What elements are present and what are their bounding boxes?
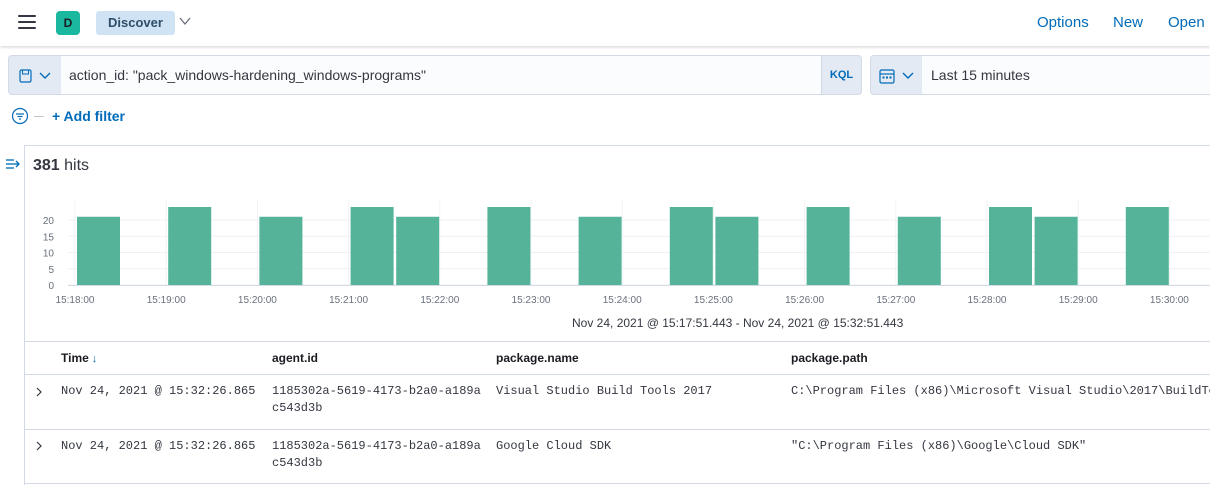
x-tick-label: 15:23:00 [512,295,551,306]
x-tick-label: 15:28:00 [968,295,1007,306]
x-tick-label: 15:22:00 [420,295,459,306]
histogram-bar[interactable] [77,216,120,285]
histogram-bar[interactable] [168,207,212,285]
row-expand-icon[interactable] [34,441,44,451]
cell-agent-id: 1185302a-5619-4173-b2a0-a189ac543d3b [272,439,481,470]
x-tick-label: 15:27:00 [876,295,915,306]
x-tick-label: 15:26:00 [785,295,824,306]
cell-package-path: "C:\Program Files (x86)\Google\Cloud SDK… [791,439,1087,453]
x-tick-label: 15:19:00 [147,295,186,306]
histogram-bar[interactable] [897,216,941,285]
histogram-bar[interactable] [396,216,440,285]
breadcrumb-discover[interactable]: Discover [96,11,175,35]
row-divider [25,429,1210,430]
cell-package-path: C:\Program Files (x86)\Microsoft Visual … [791,384,1210,398]
column-header-time[interactable]: Time ↓ [61,351,97,365]
x-tick-label: 15:30:00 [1150,295,1189,306]
table-header [25,341,1210,375]
histogram-bar[interactable] [259,216,303,285]
y-tick-label: 20 [43,216,55,227]
histogram-bar[interactable] [578,216,622,285]
x-tick-label: 15:21:00 [329,295,368,306]
histogram-bar[interactable] [1034,216,1078,285]
histogram-bar[interactable] [806,207,850,285]
y-tick-label: 15 [43,232,55,243]
cell-agent-id: 1185302a-5619-4173-b2a0-a189ac543d3b [272,384,481,415]
histogram-chart: 0 5 10 15 20 15:18:00 15:19:00 15:20:00 15:21:00… [43,199,1210,306]
x-tick-label: 15:29:00 [1059,295,1098,306]
cell-package-name: Visual Studio Build Tools 2017 [496,384,713,398]
histogram-bar[interactable] [487,207,531,285]
chevron-down-icon[interactable] [178,14,192,28]
histogram-bar[interactable] [989,207,1032,285]
row-expand-icon[interactable] [34,387,44,397]
y-tick-label: 10 [43,249,55,260]
column-header-package-name[interactable]: package.name [496,351,579,365]
x-tick-label: 15:24:00 [603,295,642,306]
space-avatar[interactable]: D [56,11,80,35]
column-header-package-path[interactable]: package.path [791,351,868,365]
histogram-bar[interactable] [715,216,759,285]
y-tick-label: 0 [48,281,54,292]
row-divider [25,483,1210,484]
x-tick-label: 15:20:00 [238,295,277,306]
sort-desc-icon[interactable]: ↓ [92,353,98,365]
cell-time: Nov 24, 2021 @ 15:32:26.865 [61,439,256,453]
cell-package-name: Google Cloud SDK [496,439,612,453]
x-tick-label: 15:25:00 [694,295,733,306]
new-link[interactable]: New [1113,14,1143,31]
x-tick-label: 15:18:00 [56,295,95,306]
top-nav-bar: D Discover Options New Open [0,0,1210,46]
histogram-bar[interactable] [669,207,713,285]
histogram-bar[interactable] [1125,207,1169,285]
y-tick-label: 5 [48,265,54,276]
column-header-agent-id[interactable]: agent.id [272,351,318,365]
options-link[interactable]: Options [1037,14,1089,31]
hamburger-menu-icon[interactable] [18,14,38,30]
histogram-bar[interactable] [350,207,394,285]
cell-time: Nov 24, 2021 @ 15:32:26.865 [61,384,256,398]
open-link[interactable]: Open [1168,14,1205,31]
time-range-label: Nov 24, 2021 @ 15:17:51.443 - Nov 24, 20… [572,316,904,330]
